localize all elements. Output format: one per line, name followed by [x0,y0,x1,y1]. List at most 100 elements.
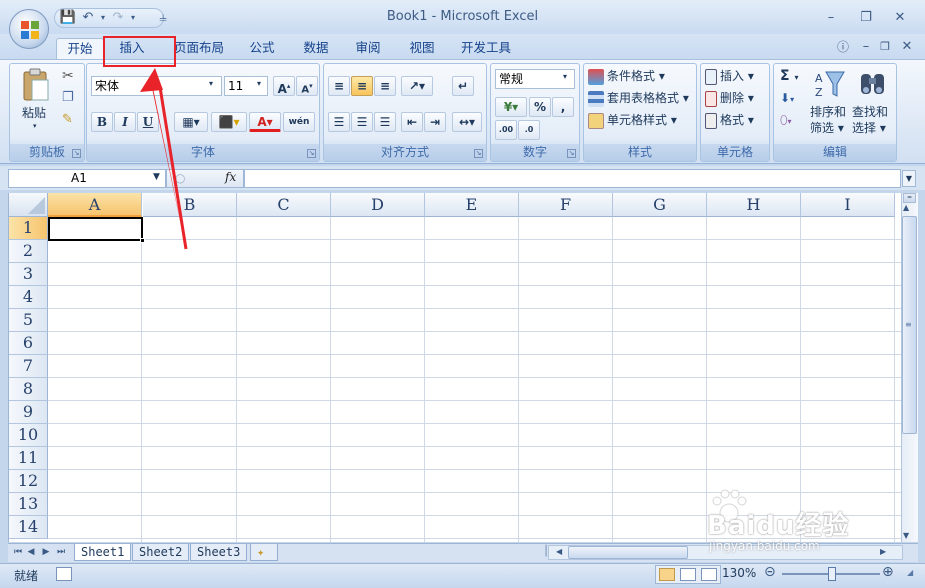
format-cells-button[interactable]: 格式 ▾ [705,111,754,129]
fill-handle[interactable] [140,238,145,243]
sheet-tab-3[interactable]: Sheet3 [190,544,248,561]
office-button[interactable] [9,9,49,49]
tab-home[interactable]: 开始 [56,38,104,60]
font-color-button[interactable]: A▾ [249,112,281,132]
copy-icon[interactable]: ❐ [62,90,74,105]
phonetic-button[interactable]: wén [283,112,315,132]
select-all-button[interactable] [9,193,48,217]
tab-developer[interactable]: 开发工具 [457,38,515,60]
tab-view[interactable]: 视图 [404,38,440,60]
align-right-button[interactable]: ☰ [374,112,396,132]
dialog-launcher-icon[interactable]: ↘ [307,149,316,158]
row-header[interactable]: 13 [9,493,48,516]
ribbon-restore-icon[interactable]: ❐ [874,39,896,55]
column-header[interactable]: G [613,193,707,217]
column-header[interactable]: C [237,193,331,217]
fill-color-button[interactable]: ⬛▾ [211,112,247,132]
workbook-close-icon[interactable]: ✕ [896,39,918,55]
chevron-down-icon[interactable]: ▾ [257,79,261,88]
grow-font-button[interactable]: A▴ [273,76,295,96]
tab-page-layout[interactable]: 页面布局 [170,38,228,60]
increase-decimal-button[interactable]: .00 [495,120,517,140]
chevron-down-icon[interactable]: ▾ [563,72,567,81]
column-header[interactable]: D [331,193,425,217]
sort-filter-button[interactable]: 排序和 筛选 ▾ [810,104,846,136]
row-header[interactable]: 7 [9,355,48,378]
sheet-tab-1[interactable]: Sheet1 [74,544,132,561]
row-header[interactable]: 6 [9,332,48,355]
first-sheet-icon[interactable]: ⏮ [12,545,24,560]
tab-formulas[interactable]: 公式 [244,38,280,60]
delete-cells-button[interactable]: 删除 ▾ [705,89,754,107]
row-header[interactable]: 2 [9,240,48,263]
bold-button[interactable]: B [91,112,113,132]
row-header[interactable]: 8 [9,378,48,401]
row-header[interactable]: 5 [9,309,48,332]
font-name-box[interactable]: 宋体 [91,76,222,96]
dialog-launcher-icon[interactable]: ↘ [567,149,576,158]
close-icon[interactable]: ✕ [889,10,911,26]
cell-styles-button[interactable]: 单元格样式 ▾ [588,111,677,129]
expand-formula-bar-icon[interactable]: ▼ [902,170,916,187]
underline-button[interactable]: U [137,112,159,132]
italic-button[interactable]: I [114,112,136,132]
scroll-left-icon[interactable]: ◀ [556,547,562,556]
chevron-down-icon[interactable]: ▾ [33,122,37,130]
align-bottom-button[interactable]: ≡ [374,76,396,96]
chevron-down-icon[interactable]: ▾ [209,79,213,88]
zoom-in-icon[interactable]: ⊕ [882,564,894,580]
page-break-view-icon[interactable] [701,568,717,581]
insert-cells-button[interactable]: 插入 ▾ [705,67,754,85]
shrink-font-button[interactable]: A▾ [296,76,318,96]
row-header[interactable]: 11 [9,447,48,470]
dialog-launcher-icon[interactable]: ↘ [72,149,81,158]
dialog-launcher-icon[interactable]: ↘ [474,149,483,158]
restore-icon[interactable]: ❐ [855,10,877,26]
paste-button[interactable]: 粘贴 [22,104,46,122]
paste-icon[interactable] [22,68,50,102]
row-header[interactable]: 9 [9,401,48,424]
row-header[interactable]: 14 [9,516,48,539]
format-painter-icon[interactable]: ✎ [62,112,73,127]
align-center-button[interactable]: ☰ [351,112,373,132]
tab-split-icon[interactable]: │ [543,546,549,557]
increase-indent-button[interactable]: ⇥ [424,112,446,132]
orientation-button[interactable]: ↗▾ [401,76,433,96]
align-top-button[interactable]: ≡ [328,76,350,96]
column-header[interactable]: B [143,193,237,217]
page-layout-view-icon[interactable] [680,568,696,581]
find-select-button[interactable]: 查找和 选择 ▾ [852,104,888,136]
fill-button[interactable]: ⬇▾ [780,89,794,109]
align-middle-button[interactable]: ≡ [351,76,373,96]
wrap-text-button[interactable]: ↵ [452,76,474,96]
find-select-icon[interactable] [858,68,888,98]
row-header[interactable]: 12 [9,470,48,493]
previous-sheet-icon[interactable]: ◀ [25,545,37,560]
normal-view-icon[interactable] [659,568,675,581]
last-sheet-icon[interactable]: ⏭ [55,545,67,560]
insert-sheet-icon[interactable]: ✦ [250,544,278,561]
minimize-icon[interactable]: – [820,10,842,26]
row-header[interactable]: 10 [9,424,48,447]
clear-button[interactable]: ⬯▾ [780,111,792,131]
tab-review[interactable]: 审阅 [350,38,386,60]
decrease-indent-button[interactable]: ⇤ [401,112,423,132]
autosum-button[interactable]: Σ ▾ [780,67,798,87]
comma-button[interactable]: , [552,97,574,117]
resize-grip-icon[interactable]: ◢ [907,568,913,577]
row-header[interactable]: 4 [9,286,48,309]
zoom-out-icon[interactable]: ⊝ [764,564,776,580]
zoom-level[interactable]: 130% [722,566,756,580]
cut-icon[interactable]: ✂ [62,68,74,84]
insert-function-button[interactable]: fx [225,170,236,184]
format-as-table-button[interactable]: 套用表格格式 ▾ [588,89,689,107]
scroll-up-icon[interactable]: ▲ [903,203,909,212]
font-size-box[interactable]: 11 [224,76,268,96]
column-header[interactable]: A [48,193,142,217]
scroll-down-icon[interactable]: ▼ [903,531,909,540]
name-box[interactable]: A1 [8,169,166,188]
row-header[interactable]: 3 [9,263,48,286]
column-header[interactable]: F [519,193,613,217]
decrease-decimal-button[interactable]: .0 [518,120,540,140]
align-left-button[interactable]: ☰ [328,112,350,132]
